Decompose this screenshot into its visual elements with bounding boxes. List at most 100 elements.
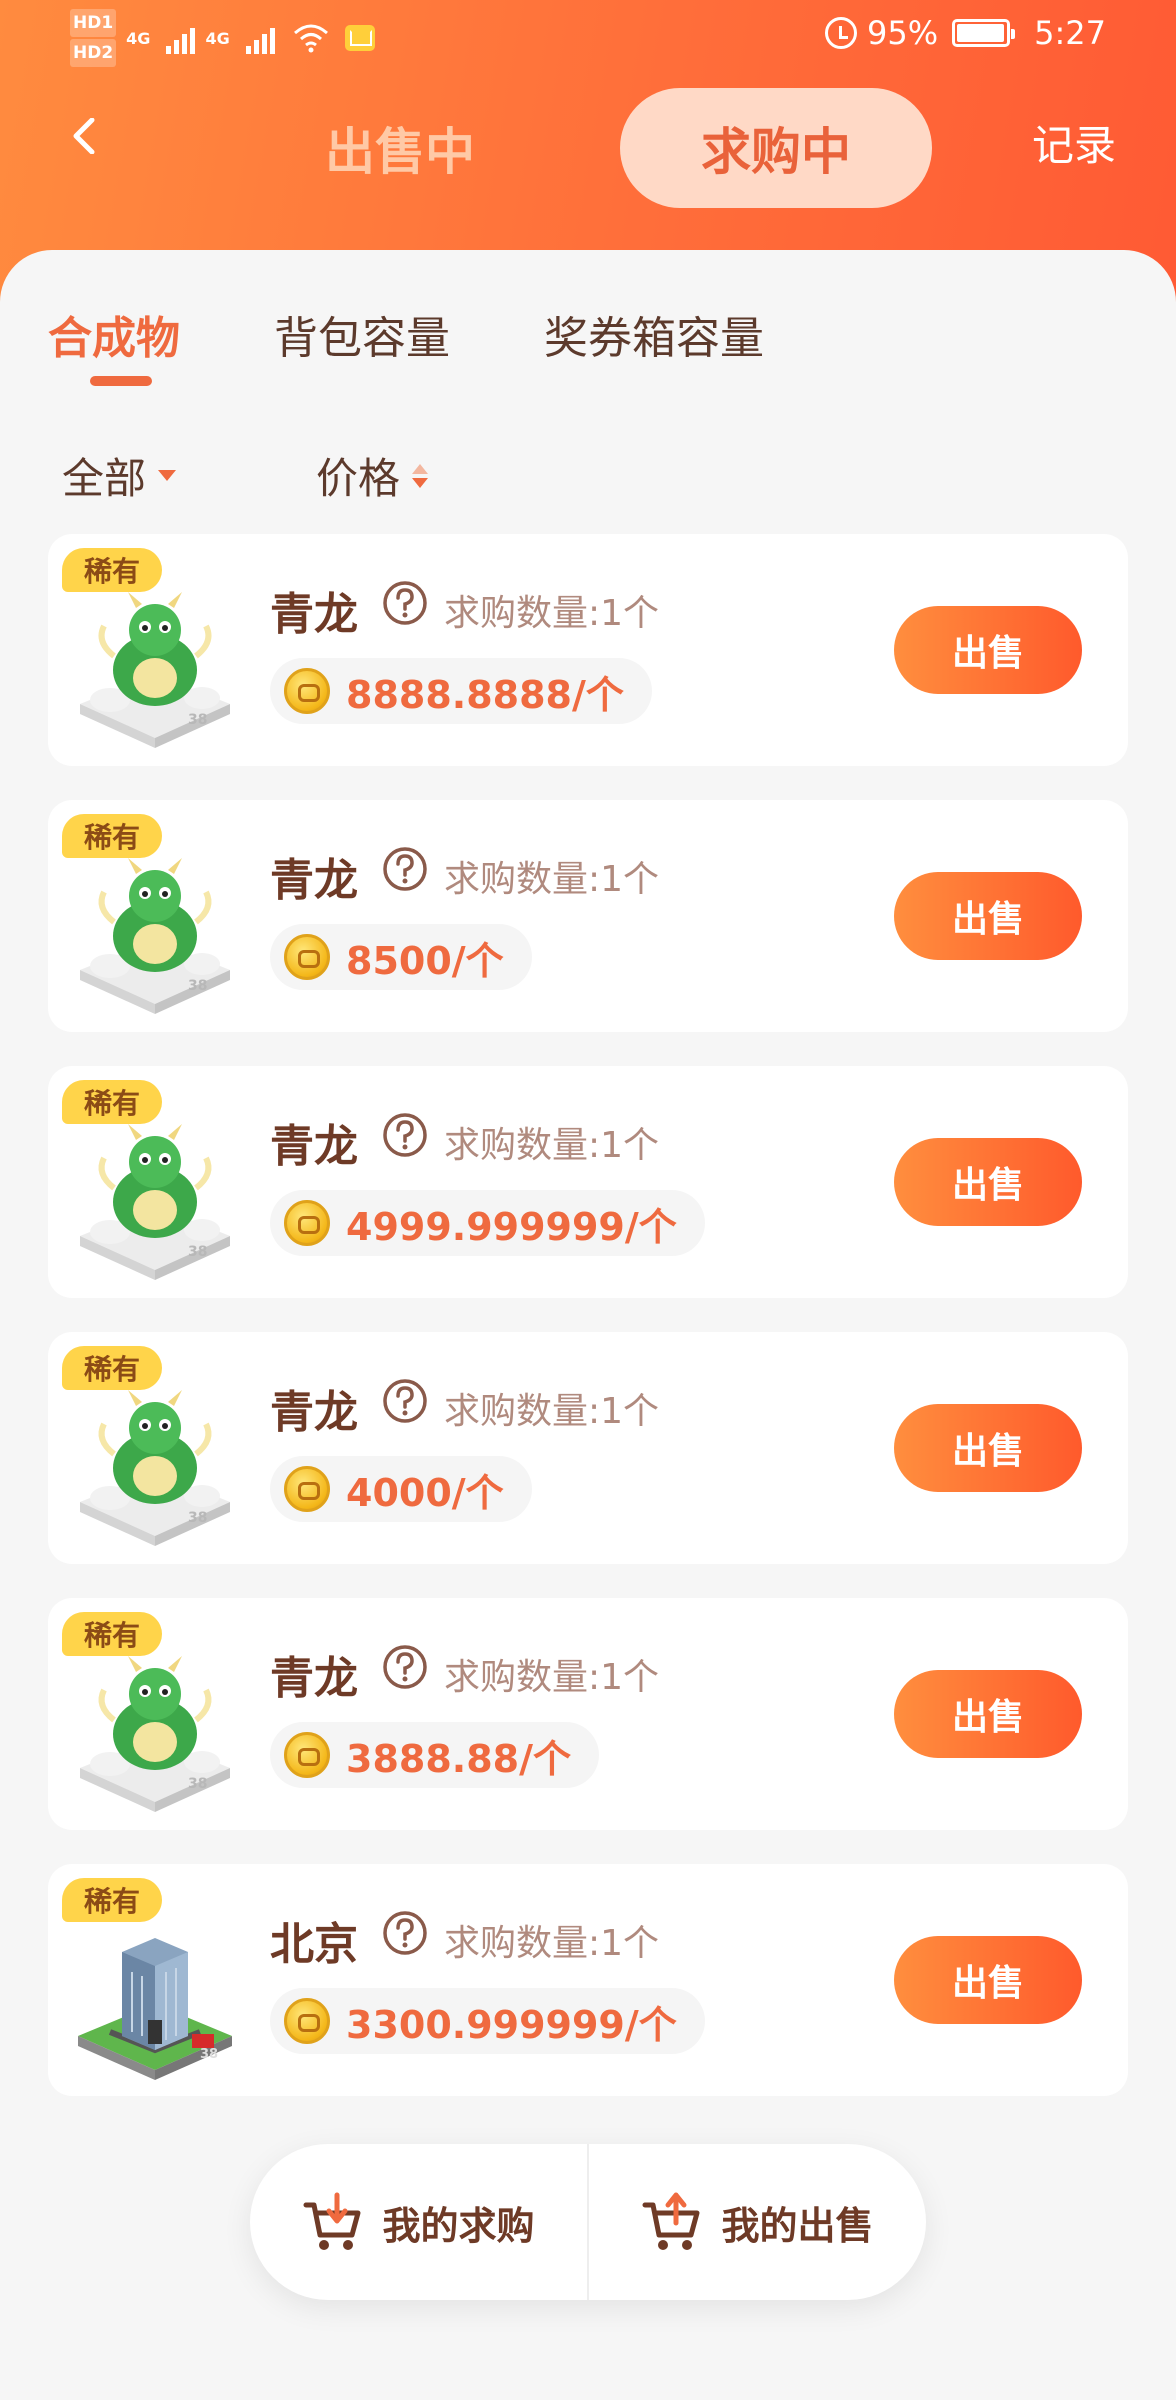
rarity-badge: 稀有 — [62, 1080, 162, 1124]
tab-ticket-box-capacity[interactable]: 奖券箱容量 — [544, 302, 764, 366]
item-name: 青龙 — [270, 589, 358, 640]
tab-backpack-capacity[interactable]: 背包容量 — [274, 302, 450, 366]
price-pill: 8888.8888/个 — [270, 658, 652, 724]
category-tabs: 合成物 背包容量 奖券箱容量 — [48, 302, 858, 386]
help-question-icon[interactable] — [382, 1378, 428, 1424]
sell-button[interactable]: 出售 — [894, 606, 1082, 694]
buy-quantity: 求购数量:1个 — [444, 1657, 660, 1698]
svg-text:38: 38 — [188, 1776, 207, 1792]
hd2-label: HD2 — [70, 39, 117, 67]
my-buy-orders-button[interactable]: 我的求购 — [250, 2144, 587, 2300]
rarity-badge: 稀有 — [62, 1878, 162, 1922]
rarity-badge: 稀有 — [62, 1612, 162, 1656]
green-dragon-image: 38 — [70, 1646, 240, 1816]
tab-selling[interactable]: 出售中 — [300, 88, 500, 208]
unit-price: 3300.999999/个 — [346, 2002, 677, 2047]
buy-quantity: 求购数量:1个 — [444, 1125, 660, 1166]
unit-price: 3888.88/个 — [346, 1736, 571, 1781]
unit-price: 8500/个 — [346, 938, 504, 983]
help-question-icon[interactable] — [382, 1910, 428, 1956]
back-chevron-icon[interactable] — [68, 118, 104, 154]
alarm-icon — [825, 17, 858, 49]
listing-card[interactable]: 38 稀有北京 求购数量:1个 3300.999999/个 出售 — [48, 1864, 1128, 2096]
svg-text:38: 38 — [188, 1510, 207, 1526]
price-pill: 4999.999999/个 — [270, 1190, 705, 1256]
listing-card[interactable]: 38 稀有青龙 求购数量:1个 4999.999999/个 出售 — [48, 1066, 1128, 1298]
svg-text:38: 38 — [188, 712, 207, 728]
my-sell-orders-button[interactable]: 我的出售 — [589, 2144, 926, 2300]
green-dragon-image: 38 — [70, 1380, 240, 1550]
buy-quantity: 求购数量:1个 — [444, 859, 660, 900]
message-notification-icon — [344, 25, 375, 51]
clock: 5:27 — [1034, 14, 1106, 52]
green-dragon-image: 38 — [70, 1114, 240, 1284]
tab-synthesis-label: 合成物 — [48, 313, 180, 364]
filter-all-dropdown[interactable]: 全部 — [62, 445, 177, 506]
coin-icon — [284, 1466, 330, 1512]
coin-icon — [284, 1200, 330, 1246]
price-pill: 3888.88/个 — [270, 1722, 599, 1788]
tab-ticket-box-capacity-label: 奖券箱容量 — [544, 313, 764, 364]
help-question-icon[interactable] — [382, 846, 428, 892]
battery-icon — [952, 19, 1016, 47]
sort-icon — [412, 463, 429, 488]
battery-percent: 95% — [867, 14, 939, 52]
hd1-label: HD1 — [70, 9, 117, 37]
cart-upload-icon — [642, 2192, 700, 2250]
record-link[interactable]: 记录 — [1032, 112, 1116, 173]
net2-label: 4G — [205, 28, 230, 48]
filter-price-sort[interactable]: 价格 — [316, 445, 429, 506]
my-buy-orders-label: 我的求购 — [382, 2203, 535, 2248]
item-name: 青龙 — [270, 1121, 358, 1172]
green-dragon-image: 38 — [70, 582, 240, 752]
help-question-icon[interactable] — [382, 580, 428, 626]
listing-card[interactable]: 38 稀有青龙 求购数量:1个 8500/个 出售 — [48, 800, 1128, 1032]
coin-icon — [284, 934, 330, 980]
price-pill: 8500/个 — [270, 924, 532, 990]
cart-download-icon — [303, 2192, 361, 2250]
listing-card[interactable]: 38 稀有 青龙 求购数量:1个 4000/个 出售 — [48, 1332, 1128, 1564]
green-dragon-image: 38 — [70, 848, 240, 1018]
listing-card[interactable]: 38 稀有青龙 求购数量:1个 3888.88/个 出售 — [48, 1598, 1128, 1830]
status-bar: HD1 HD2 4G 4G 95% 5:27 — [0, 0, 1176, 72]
tab-buying[interactable]: 求购中 — [620, 88, 932, 208]
item-name: 北京 — [270, 1919, 358, 1970]
hd-indicator: HD1 HD2 — [70, 8, 117, 68]
svg-text:38: 38 — [188, 1244, 207, 1260]
bottom-action-bar: 我的求购 我的出售 — [250, 2144, 926, 2300]
unit-price: 4000/个 — [346, 1470, 504, 1515]
signal-icon — [166, 22, 196, 54]
svg-text:38: 38 — [188, 978, 207, 994]
buy-quantity: 求购数量:1个 — [444, 1923, 660, 1964]
coin-icon — [284, 1732, 330, 1778]
svg-text:38: 38 — [200, 2047, 218, 2062]
rarity-badge: 稀有 — [62, 1346, 162, 1390]
sell-button[interactable]: 出售 — [894, 1404, 1082, 1492]
sell-button[interactable]: 出售 — [894, 872, 1082, 960]
filter-bar: 全部 价格 — [62, 445, 568, 506]
listing-card[interactable]: 38 稀有 青龙 求购数量:1个 8888.8888/个 出售 — [48, 534, 1128, 766]
wifi-icon — [293, 24, 328, 53]
sell-button[interactable]: 出售 — [894, 1936, 1082, 2024]
filter-price-label: 价格 — [316, 454, 401, 503]
help-question-icon[interactable] — [382, 1112, 428, 1158]
coin-icon — [284, 668, 330, 714]
my-sell-orders-label: 我的出售 — [721, 2203, 874, 2248]
tab-synthesis[interactable]: 合成物 — [48, 302, 180, 386]
price-pill: 3300.999999/个 — [270, 1988, 705, 2054]
unit-price: 4999.999999/个 — [346, 1204, 677, 1249]
item-name: 青龙 — [270, 855, 358, 906]
item-name: 青龙 — [270, 1653, 358, 1704]
filter-all-label: 全部 — [62, 454, 147, 503]
item-name: 青龙 — [270, 1387, 358, 1438]
buy-quantity: 求购数量:1个 — [444, 593, 660, 634]
sell-button[interactable]: 出售 — [894, 1670, 1082, 1758]
active-tab-indicator — [90, 376, 152, 386]
net1-label: 4G — [126, 28, 151, 48]
signal-icon-2 — [245, 22, 275, 54]
dropdown-arrow-icon — [158, 470, 177, 481]
sell-button[interactable]: 出售 — [894, 1138, 1082, 1226]
price-pill: 4000/个 — [270, 1456, 532, 1522]
rarity-badge: 稀有 — [62, 814, 162, 858]
help-question-icon[interactable] — [382, 1644, 428, 1690]
